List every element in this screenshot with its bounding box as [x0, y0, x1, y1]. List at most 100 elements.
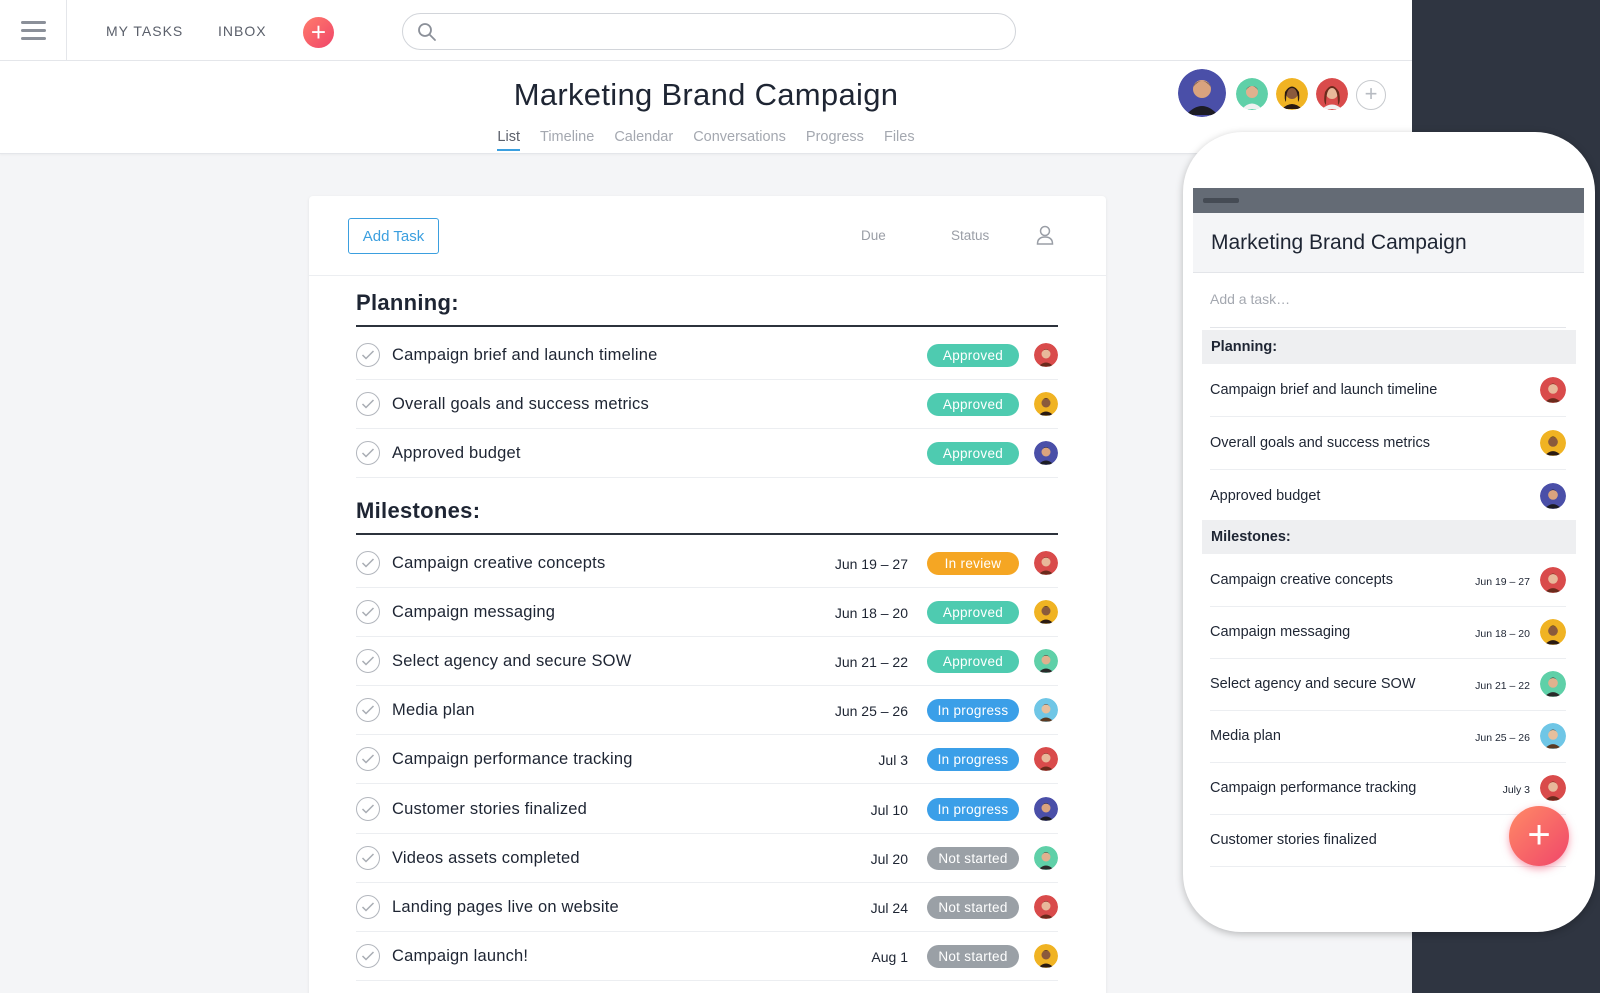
- mobile-task-name[interactable]: Campaign creative concepts: [1210, 572, 1393, 588]
- member-avatar[interactable]: [1276, 78, 1308, 110]
- mobile-list-item[interactable]: Campaign brief and launch timeline: [1210, 364, 1566, 417]
- complete-checkbox[interactable]: [356, 441, 380, 466]
- column-status[interactable]: Status: [951, 228, 989, 243]
- quick-add-button[interactable]: +: [303, 17, 334, 48]
- complete-checkbox[interactable]: [356, 649, 380, 674]
- table-row[interactable]: Campaign launch! Aug 1 Not started: [356, 931, 1058, 981]
- member-avatar[interactable]: [1316, 78, 1348, 110]
- task-name[interactable]: Campaign creative concepts: [392, 554, 605, 573]
- task-due-date[interactable]: Jul 3: [878, 752, 908, 768]
- table-row[interactable]: Landing pages live on website Jul 24 Not s…: [356, 882, 1058, 932]
- table-row[interactable]: Media plan Jun 25 – 26 In progress: [356, 685, 1058, 736]
- nav-inbox[interactable]: INBOX: [218, 23, 267, 39]
- task-due-date[interactable]: Jul 24: [871, 900, 908, 916]
- mobile-task-name[interactable]: Campaign brief and launch timeline: [1210, 382, 1437, 398]
- assignee-avatar[interactable]: [1034, 943, 1058, 968]
- mobile-list-item[interactable]: Select agency and secure SOW Jun 21 – 22: [1210, 658, 1566, 711]
- task-name[interactable]: Select agency and secure SOW: [392, 652, 631, 671]
- mobile-assignee-avatar[interactable]: [1540, 723, 1566, 749]
- table-row[interactable]: Customer stories finalized Jul 10 In progr…: [356, 784, 1058, 834]
- mobile-task-name[interactable]: Campaign messaging: [1210, 624, 1350, 640]
- complete-checkbox[interactable]: [356, 343, 380, 367]
- complete-checkbox[interactable]: [356, 845, 380, 870]
- table-row[interactable]: Campaign brief and launch timeline Approv…: [356, 330, 1058, 380]
- complete-checkbox[interactable]: [356, 698, 380, 723]
- assignee-avatar[interactable]: [1034, 392, 1058, 417]
- mobile-task-name[interactable]: Overall goals and success metrics: [1210, 435, 1430, 451]
- mobile-task-name[interactable]: Approved budget: [1210, 488, 1320, 504]
- complete-checkbox[interactable]: [356, 392, 380, 417]
- mobile-task-name[interactable]: Select agency and secure SOW: [1210, 676, 1416, 692]
- add-member-button[interactable]: +: [1356, 80, 1386, 110]
- status-badge[interactable]: Not started: [927, 895, 1019, 919]
- table-row[interactable]: Select agency and secure SOW Jun 21 – 22 A…: [356, 636, 1058, 687]
- task-name[interactable]: Campaign messaging: [392, 603, 555, 622]
- complete-checkbox[interactable]: [356, 796, 380, 821]
- complete-checkbox[interactable]: [356, 600, 380, 625]
- mobile-task-name[interactable]: Media plan: [1210, 728, 1281, 744]
- mobile-list-item[interactable]: Campaign creative concepts Jun 19 – 27: [1210, 554, 1566, 607]
- task-name[interactable]: Approved budget: [392, 444, 521, 463]
- tab-conversations[interactable]: Conversations: [693, 129, 786, 151]
- status-badge[interactable]: In progress: [927, 797, 1019, 821]
- assignee-avatar[interactable]: [1034, 649, 1058, 674]
- complete-checkbox[interactable]: [356, 894, 380, 919]
- status-badge[interactable]: Approved: [927, 650, 1019, 674]
- nav-my-tasks[interactable]: MY TASKS: [106, 23, 183, 39]
- mobile-assignee-avatar[interactable]: [1540, 619, 1566, 645]
- task-due-date[interactable]: Jun 18 – 20: [835, 605, 908, 621]
- mobile-list-item[interactable]: Campaign performance tracking July 3: [1210, 762, 1566, 815]
- status-badge[interactable]: Approved: [927, 442, 1019, 466]
- table-row[interactable]: Approved budget Approved: [356, 428, 1058, 479]
- task-name[interactable]: Campaign launch!: [392, 947, 528, 966]
- task-due-date[interactable]: Jul 10: [871, 802, 908, 818]
- table-row[interactable]: Campaign creative concepts Jun 19 – 27 In …: [356, 538, 1058, 588]
- task-name[interactable]: Landing pages live on website: [392, 898, 619, 917]
- task-due-date[interactable]: Jun 25 – 26: [835, 703, 908, 719]
- status-badge[interactable]: Approved: [927, 393, 1019, 417]
- assignee-avatar[interactable]: [1034, 551, 1058, 575]
- task-name[interactable]: Customer stories finalized: [392, 800, 587, 819]
- status-badge[interactable]: Approved: [927, 344, 1019, 367]
- status-badge[interactable]: In progress: [927, 748, 1019, 772]
- assignee-avatar[interactable]: [1034, 698, 1058, 723]
- table-row[interactable]: Campaign performance tracking Jul 3 In pro…: [356, 734, 1058, 785]
- task-name[interactable]: Campaign brief and launch timeline: [392, 346, 657, 365]
- assignee-column-icon[interactable]: [1036, 225, 1054, 245]
- mobile-assignee-avatar[interactable]: [1540, 775, 1566, 801]
- assignee-avatar[interactable]: [1034, 441, 1058, 466]
- mobile-list-item[interactable]: Campaign messaging Jun 18 – 20: [1210, 606, 1566, 659]
- mobile-assignee-avatar[interactable]: [1540, 483, 1566, 509]
- add-task-button[interactable]: Add Task: [348, 218, 439, 254]
- table-row[interactable]: Overall goals and success metrics Approve…: [356, 379, 1058, 430]
- mobile-task-name[interactable]: Campaign performance tracking: [1210, 780, 1416, 796]
- task-name[interactable]: Media plan: [392, 701, 475, 720]
- table-row[interactable]: Videos assets completed Jul 20 Not started: [356, 833, 1058, 883]
- mobile-list-item[interactable]: Media plan Jun 25 – 26: [1210, 710, 1566, 763]
- column-due[interactable]: Due: [861, 228, 886, 243]
- status-badge[interactable]: Not started: [927, 846, 1019, 870]
- assignee-avatar[interactable]: [1034, 845, 1058, 870]
- task-name[interactable]: Overall goals and success metrics: [392, 395, 649, 414]
- tab-list[interactable]: List: [497, 129, 520, 151]
- status-badge[interactable]: In review: [927, 552, 1019, 575]
- tab-timeline[interactable]: Timeline: [540, 129, 594, 151]
- mobile-add-fab[interactable]: +: [1509, 806, 1569, 866]
- task-name[interactable]: Campaign performance tracking: [392, 750, 633, 769]
- complete-checkbox[interactable]: [356, 943, 380, 968]
- assignee-avatar[interactable]: [1034, 894, 1058, 919]
- complete-checkbox[interactable]: [356, 551, 380, 575]
- mobile-assignee-avatar[interactable]: [1540, 671, 1566, 697]
- mobile-task-name[interactable]: Customer stories finalized: [1210, 832, 1377, 848]
- mobile-list-item[interactable]: Overall goals and success metrics: [1210, 417, 1566, 470]
- status-badge[interactable]: Not started: [927, 944, 1019, 968]
- member-avatar[interactable]: [1236, 78, 1268, 110]
- task-due-date[interactable]: Jul 20: [871, 851, 908, 867]
- assignee-avatar[interactable]: [1034, 796, 1058, 821]
- tab-files[interactable]: Files: [884, 129, 915, 151]
- member-avatar[interactable]: [1178, 69, 1226, 117]
- status-badge[interactable]: In progress: [927, 699, 1019, 723]
- search-input[interactable]: [402, 13, 1016, 50]
- mobile-assignee-avatar[interactable]: [1540, 430, 1566, 456]
- table-row[interactable]: Campaign messaging Jun 18 – 20 Approved: [356, 587, 1058, 638]
